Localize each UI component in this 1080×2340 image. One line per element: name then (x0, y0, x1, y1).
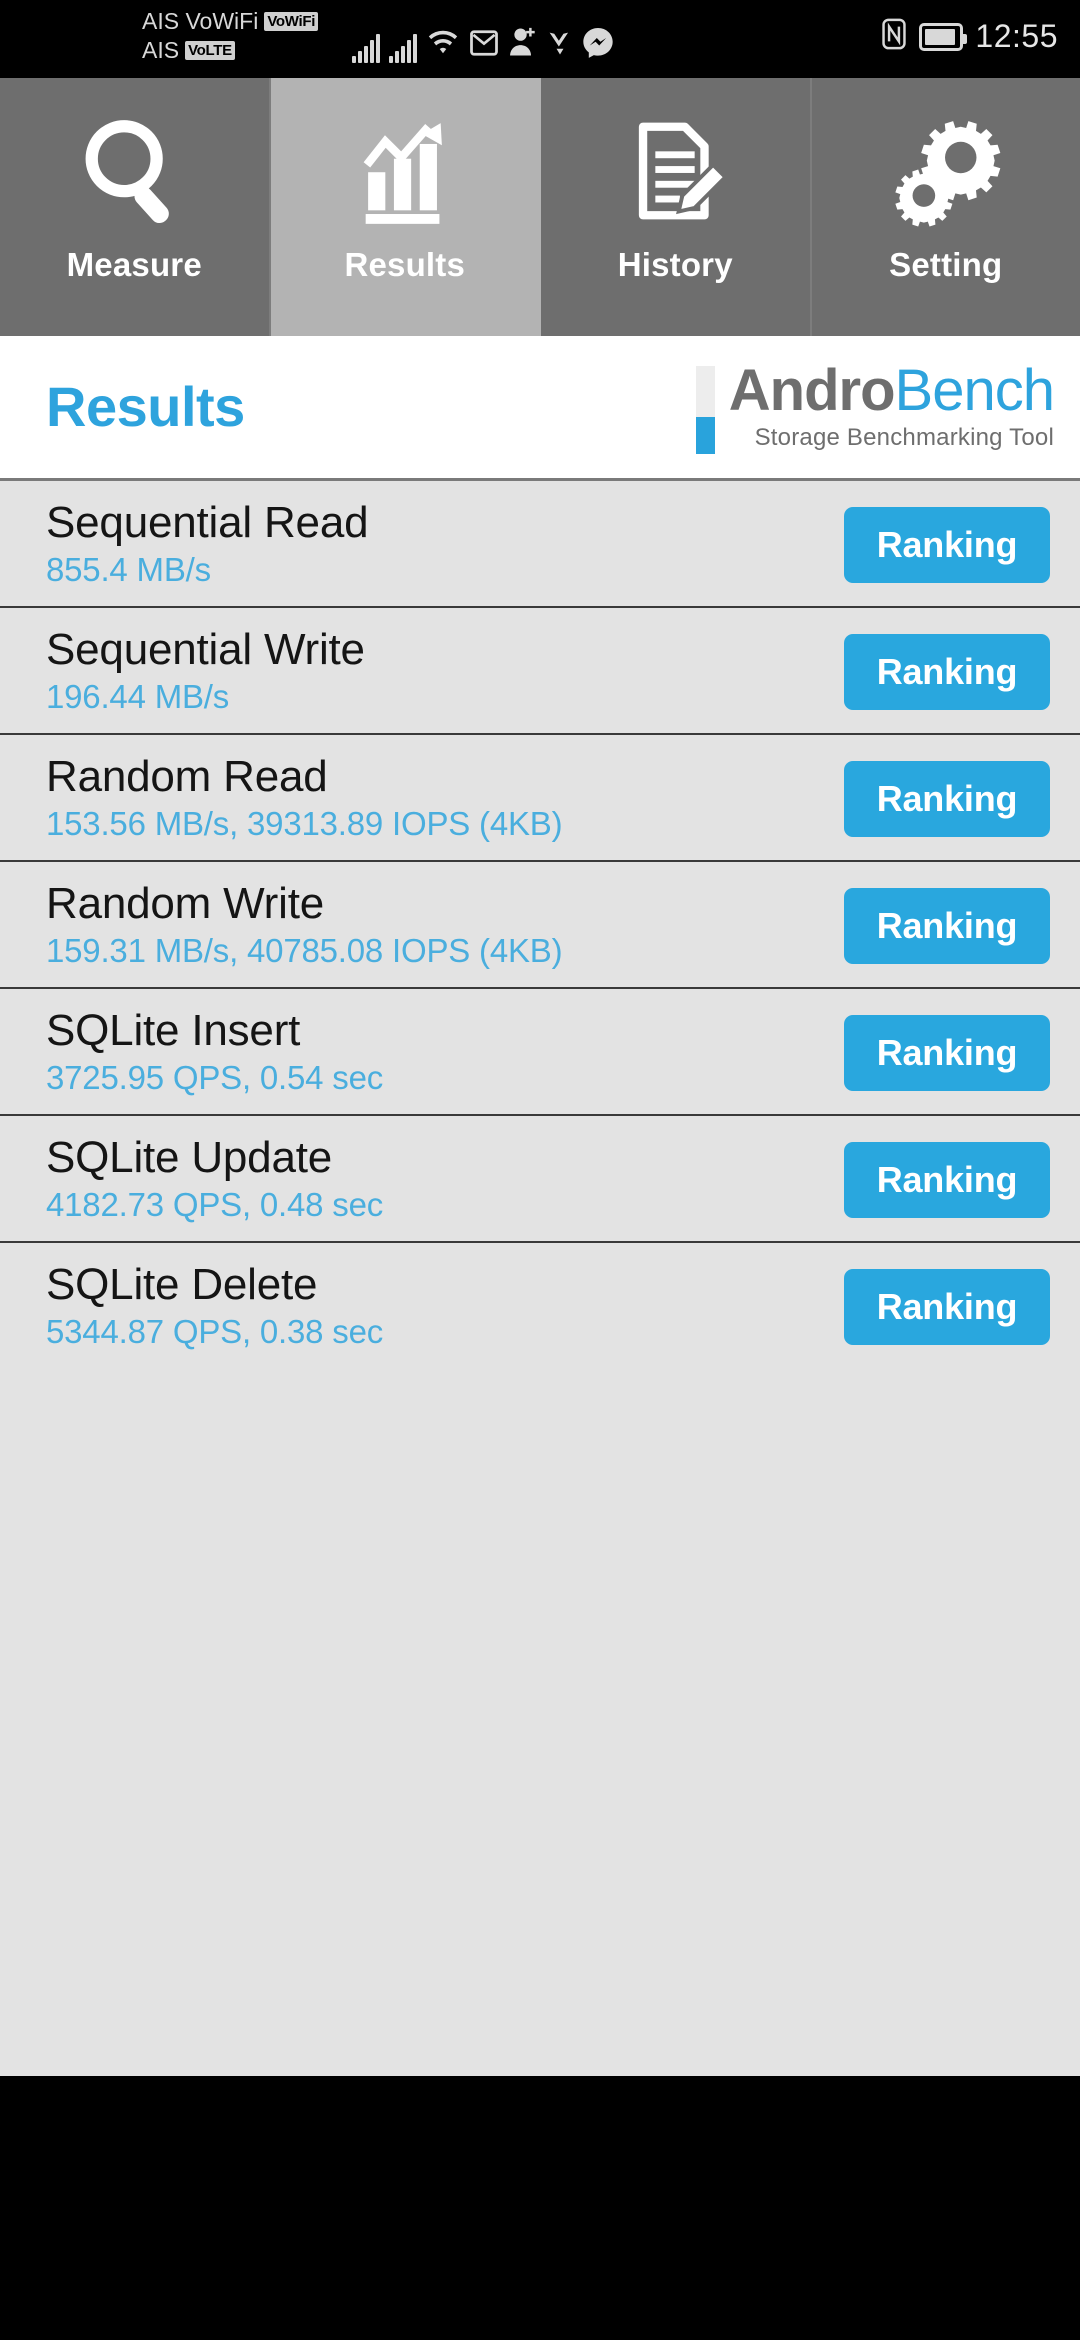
tab-setting[interactable]: Setting (811, 78, 1080, 336)
row-text-group: SQLite Update 4182.73 QPS, 0.48 sec (46, 1132, 383, 1226)
table-row[interactable]: SQLite Insert 3725.95 QPS, 0.54 sec Rank… (0, 989, 1080, 1116)
status-right-group: 12:55 (881, 18, 1058, 55)
signal-bars-sim1-icon (352, 33, 380, 63)
brand-text: AndroBench Storage Benchmarking Tool (728, 358, 1055, 452)
volte-badge-icon: VoLTE (185, 41, 235, 60)
tab-history[interactable]: History (541, 78, 812, 336)
tab-results[interactable]: Results (270, 78, 541, 336)
gears-icon (887, 106, 1005, 236)
row-text-group: SQLite Insert 3725.95 QPS, 0.54 sec (46, 1005, 383, 1099)
brand-andro: Andro (728, 358, 896, 423)
gmail-icon (469, 28, 499, 63)
ranking-button[interactable]: Ranking (844, 1142, 1050, 1218)
result-value: 5344.87 QPS, 0.38 sec (46, 1313, 384, 1350)
row-text-group: Random Read 153.56 MB/s, 39313.89 IOPS (… (46, 751, 563, 845)
wifi-icon (426, 28, 460, 63)
status-bar: AIS VoWiFi VoWiFi AIS VoLTE 12:55 (0, 0, 1080, 78)
brand-wordmark: AndroBench (728, 358, 1055, 423)
result-value: 4182.73 QPS, 0.48 sec (46, 1186, 384, 1223)
row-text-group: Sequential Write 196.44 MB/s (46, 624, 365, 718)
clock-label: 12:55 (975, 18, 1058, 54)
ranking-button[interactable]: Ranking (844, 761, 1050, 837)
result-title: Sequential Write (46, 625, 365, 674)
tab-history-label: History (617, 246, 733, 283)
results-list: Sequential Read 855.4 MB/s Ranking Seque… (0, 478, 1080, 2076)
status-icons-group (352, 26, 614, 63)
signal-bars-sim2-icon (389, 33, 417, 63)
result-value: 855.4 MB/s (46, 551, 211, 588)
result-value: 159.31 MB/s, 40785.08 IOPS (4KB) (46, 932, 563, 969)
brand-logo: AndroBench Storage Benchmarking Tool (695, 358, 1055, 454)
tab-measure[interactable]: Measure (0, 78, 271, 336)
brand-bar-icon (695, 366, 715, 454)
row-text-group: Random Write 159.31 MB/s, 40785.08 IOPS … (46, 878, 563, 972)
tab-setting-label: Setting (889, 246, 1003, 283)
table-row[interactable]: SQLite Update 4182.73 QPS, 0.48 sec Rank… (0, 1116, 1080, 1243)
brand-bench: Bench (894, 358, 1055, 423)
table-row[interactable]: Sequential Read 855.4 MB/s Ranking (0, 481, 1080, 608)
result-title: SQLite Update (46, 1133, 333, 1182)
table-row[interactable]: Sequential Write 196.44 MB/s Ranking (0, 608, 1080, 735)
bird-icon (547, 28, 573, 63)
bar-chart-arrow-icon (346, 106, 464, 236)
ranking-button[interactable]: Ranking (844, 634, 1050, 710)
messenger-icon (582, 26, 614, 63)
table-row[interactable]: SQLite Delete 5344.87 QPS, 0.38 sec Rank… (0, 1243, 1080, 1370)
page-title: Results (46, 375, 245, 438)
table-row[interactable]: Random Read 153.56 MB/s, 39313.89 IOPS (… (0, 735, 1080, 862)
tab-measure-label: Measure (66, 246, 202, 283)
document-pencil-icon (616, 106, 734, 236)
result-title: SQLite Insert (46, 1006, 301, 1055)
navigation-bar-area (0, 2076, 1080, 2304)
result-value: 153.56 MB/s, 39313.89 IOPS (4KB) (46, 805, 563, 842)
result-value: 3725.95 QPS, 0.54 sec (46, 1059, 384, 1096)
carrier-name-primary: AIS VoWiFi (142, 8, 259, 34)
carrier-line-2: AIS VoLTE (142, 37, 318, 64)
ranking-button[interactable]: Ranking (844, 1269, 1050, 1345)
result-title: Sequential Read (46, 498, 369, 547)
tab-bar: Measure Results History Setting (0, 78, 1080, 336)
add-contact-icon (508, 26, 538, 63)
row-text-group: Sequential Read 855.4 MB/s (46, 497, 369, 591)
result-title: SQLite Delete (46, 1260, 318, 1309)
nfc-icon (881, 18, 907, 55)
tab-results-label: Results (344, 246, 466, 283)
table-row[interactable]: Random Write 159.31 MB/s, 40785.08 IOPS … (0, 862, 1080, 989)
carrier-name-secondary: AIS (142, 37, 180, 63)
result-title: Random Read (46, 752, 328, 801)
carrier-label-group: AIS VoWiFi VoWiFi AIS VoLTE (142, 8, 319, 64)
ranking-button[interactable]: Ranking (844, 507, 1050, 583)
ranking-button[interactable]: Ranking (844, 1015, 1050, 1091)
carrier-line-1: AIS VoWiFi VoWiFi (142, 8, 319, 35)
result-value: 196.44 MB/s (46, 678, 230, 715)
vowifi-badge-icon: VoWiFi (264, 12, 319, 31)
row-text-group: SQLite Delete 5344.87 QPS, 0.38 sec (46, 1259, 383, 1353)
brand-tagline: Storage Benchmarking Tool (754, 424, 1054, 451)
ranking-button[interactable]: Ranking (844, 888, 1050, 964)
result-title: Random Write (46, 879, 324, 928)
list-empty-space (0, 1370, 1080, 1746)
app-header: Results AndroBench Storage Benchmarking … (0, 336, 1080, 478)
battery-icon (919, 22, 968, 51)
magnifier-icon (75, 106, 193, 236)
